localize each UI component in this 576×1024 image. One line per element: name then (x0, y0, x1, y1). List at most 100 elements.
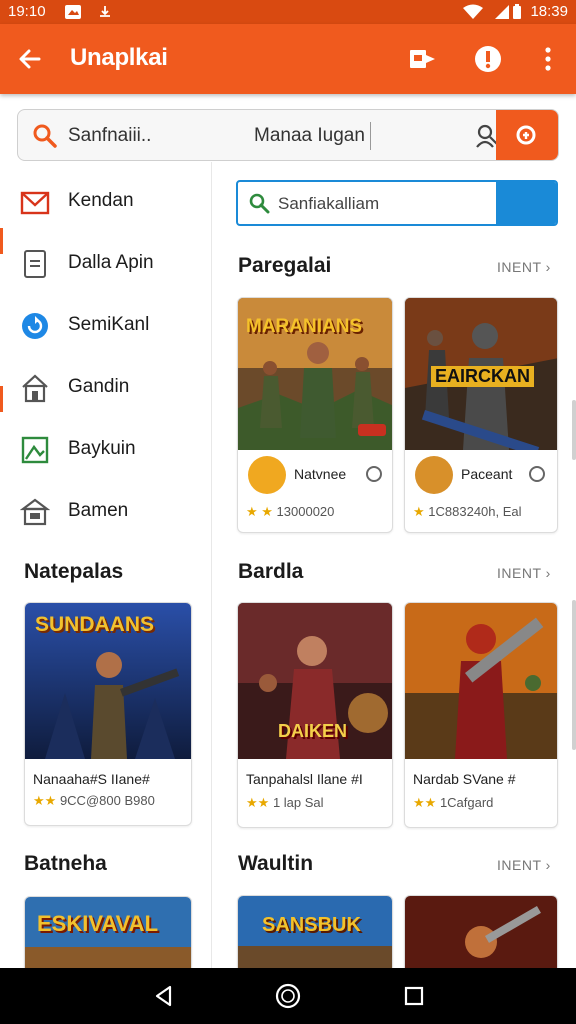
game-cover-art (405, 603, 557, 759)
scrollbar[interactable] (572, 600, 576, 750)
game-meta-text: 9CC@800 B980 (59, 793, 155, 808)
art-title: EAIRCKAN (431, 366, 535, 387)
cast-icon[interactable] (404, 41, 440, 77)
section-title: Bardla (238, 560, 304, 583)
search-go-icon[interactable] (496, 110, 558, 160)
game-meta: ★★ 1Cafgard (413, 795, 493, 811)
top-search-bar[interactable]: Sanfnaiii.. Manaa Iugan (17, 109, 559, 161)
drawer-item-semikanl[interactable]: SemiKanl (0, 300, 210, 350)
drawer-item-baykuin[interactable]: Baykuin (0, 424, 210, 474)
game-name: Tanpahalsl Ilane #I (246, 771, 363, 787)
image-frame-icon (20, 435, 50, 465)
chevron-right-icon: › (545, 565, 551, 581)
art-title: SANSBUK (262, 914, 361, 936)
text-cursor (370, 122, 371, 150)
top-search-value[interactable]: Manaa Iugan (254, 125, 365, 147)
image-icon (64, 4, 82, 24)
drawer-item-label: SemiKanl (68, 314, 150, 335)
more-vert-icon[interactable] (530, 41, 566, 77)
drawer-item-kendan[interactable]: Kendan (0, 176, 210, 226)
store-icon (19, 497, 51, 527)
section-title: Paregalai (238, 254, 332, 277)
see-all-link[interactable]: INENT › (497, 857, 551, 873)
recents-square-icon[interactable] (396, 978, 432, 1014)
developer-logo (415, 456, 453, 494)
back-arrow-icon[interactable] (12, 41, 48, 77)
game-card[interactable]: MARANIANS Natvnee ★ ★ 13000020 (237, 297, 393, 533)
game-meta: ★★ 1 lap Sal (246, 795, 324, 811)
sim-icon (494, 4, 510, 24)
game-card[interactable]: EAIRCKAN Paceant ★ 1C883240h, Eal (404, 297, 558, 533)
main-search-placeholder: Sanfiakalliam (278, 194, 380, 213)
sync-icon (20, 311, 50, 341)
notification-icon (98, 4, 112, 24)
main-search-button[interactable] (496, 182, 556, 224)
art-title: ESKIVAVAL (37, 911, 159, 936)
game-cover-art: SUNDAANS (25, 603, 191, 759)
game-card[interactable]: Nardab SVane # ★★ 1Cafgard (404, 602, 558, 828)
chevron-right-icon: › (545, 259, 551, 275)
search-icon (248, 192, 270, 219)
house-icon (20, 373, 50, 403)
home-circle-icon[interactable] (270, 978, 306, 1014)
art-title: DAIKEN (278, 721, 348, 741)
game-meta: ★ 1C883240h, Eal (413, 504, 522, 520)
system-nav-bar (0, 968, 576, 1024)
mail-icon (20, 187, 50, 217)
app-title: Unaplkai (70, 44, 168, 71)
drawer-item-label: Kendan (68, 190, 134, 211)
game-meta: ★ ★ 13000020 (246, 504, 334, 520)
drawer-item-label: Gandin (68, 376, 130, 397)
left-drawer: Kendan Dalla Apin SemiKanl Gandin Baykui… (0, 162, 212, 986)
select-radio[interactable] (529, 466, 545, 482)
game-meta: ★★ 9CC@800 B980 (33, 793, 155, 809)
game-meta-text: 1C883240h, Eal (428, 504, 522, 519)
chevron-right-icon: › (545, 857, 551, 873)
game-meta-text: 13000020 (276, 504, 335, 519)
game-card[interactable]: DAIKEN Tanpahalsl Ilane #I ★★ 1 lap Sal (237, 602, 393, 828)
see-all-link[interactable]: INENT › (497, 565, 551, 581)
game-meta-text: 1 lap Sal (272, 795, 324, 810)
see-all-link[interactable]: INENT › (497, 259, 551, 275)
info-icon[interactable] (470, 41, 506, 77)
game-cover-art: MARANIANS (238, 298, 392, 450)
status-time: 19:10 (8, 3, 46, 20)
drawer-section-title: Natepalas (24, 560, 124, 583)
rating-stars: ★★ (413, 795, 437, 810)
status-bar: 19:10 18:39 (0, 0, 576, 24)
game-name: Paceant (461, 466, 513, 482)
art-title: MARANIANS (246, 316, 363, 337)
rating-stars: ★★ (33, 793, 57, 808)
game-name: Nanaaha#S IIane# (33, 771, 150, 787)
game-cover-art: EAIRCKAN (405, 298, 557, 450)
drawer-item-dalla-apin[interactable]: Dalla Apin (0, 238, 210, 288)
main-search-bar[interactable]: Sanfiakalliam (236, 180, 558, 226)
drawer-item-bamen[interactable]: Bamen (0, 486, 210, 536)
back-triangle-icon[interactable] (146, 978, 182, 1014)
see-all-label: INENT (497, 565, 542, 581)
search-icon (32, 123, 58, 154)
developer-logo (248, 456, 286, 494)
document-icon (20, 249, 50, 279)
top-search-placeholder: Sanfnaiii.. (68, 125, 152, 146)
see-all-label: INENT (497, 259, 542, 275)
game-cover-art: DAIKEN (238, 603, 392, 759)
rating-stars: ★ ★ (246, 504, 273, 519)
scrollbar[interactable] (572, 400, 576, 460)
game-meta-text: 1Cafgard (439, 795, 494, 810)
game-card[interactable]: SUNDAANS Nanaaha#S IIane# ★★ 9CC@800 B98… (24, 602, 192, 826)
select-radio[interactable] (366, 466, 382, 482)
see-all-label: INENT (497, 857, 542, 873)
drawer-section-title: Batneha (24, 852, 107, 875)
drawer-item-gandin[interactable]: Gandin (0, 362, 210, 412)
battery-icon (512, 4, 522, 24)
app-bar: Unaplkai (0, 24, 576, 94)
status-time-right: 18:39 (530, 3, 568, 20)
drawer-item-label: Bamen (68, 500, 129, 521)
wifi-icon (462, 4, 484, 24)
drawer-item-label: Baykuin (68, 438, 136, 459)
art-title: SUNDAANS (35, 613, 155, 636)
rating-stars: ★★ (246, 795, 270, 810)
game-name: Nardab SVane # (413, 771, 516, 787)
app-root: 19:10 18:39 Unaplkai Sanfnaiii.. Manaa I… (0, 0, 576, 1024)
